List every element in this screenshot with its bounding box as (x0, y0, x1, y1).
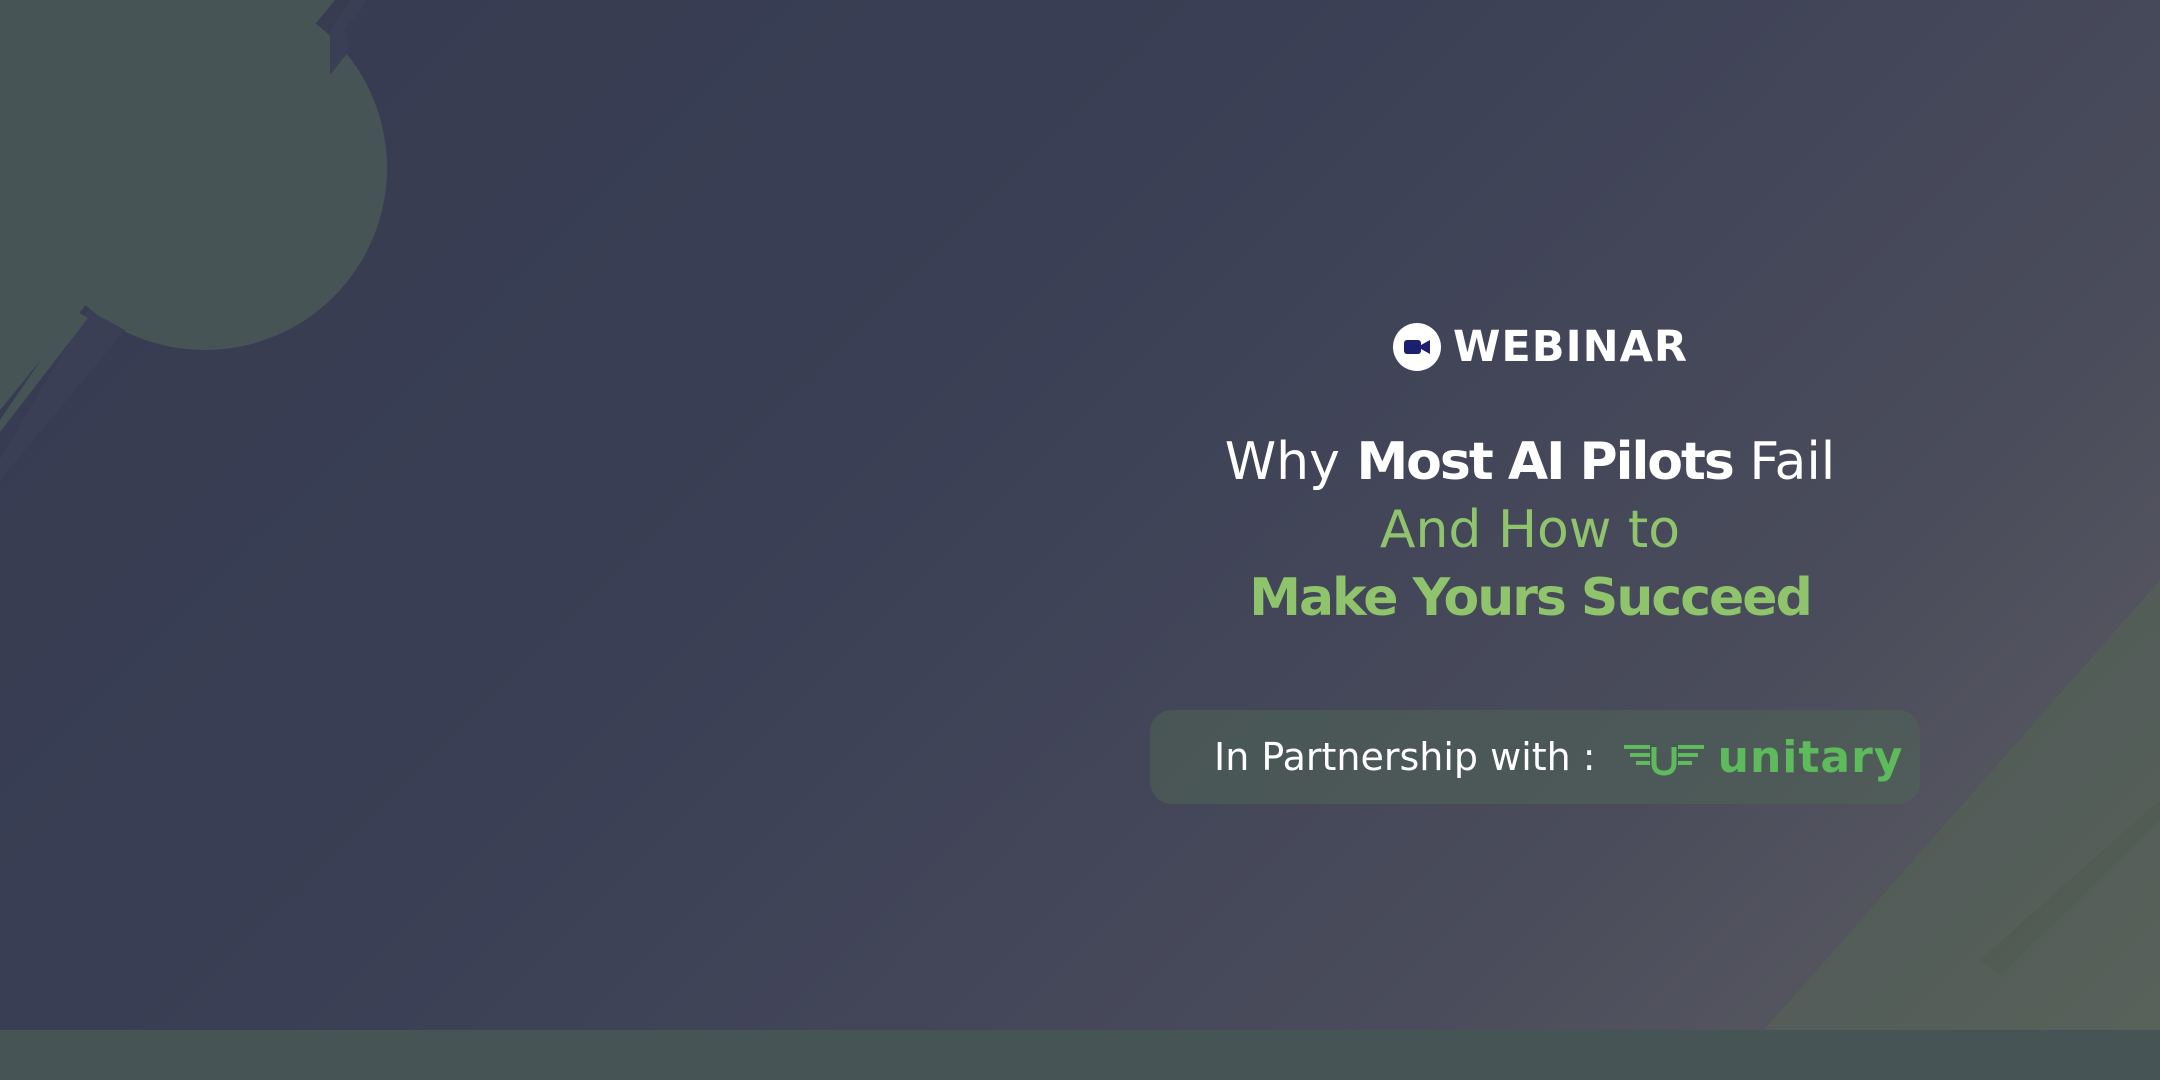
headline-line-1: Why Most AI Pilots Fail (1100, 428, 1960, 496)
unitary-wings-logo-icon (1623, 745, 1704, 776)
webinar-label: WEBINAR (1453, 322, 1688, 372)
partnership-label: In Partnership with : (1214, 735, 1596, 779)
unitary-logo: unitary (1623, 731, 1904, 783)
headline-line-1-part-3: Fail (1732, 432, 1836, 492)
video-camera-icon (1393, 323, 1441, 371)
headline: Why Most AI Pilots Fail And How to Make … (1100, 428, 1960, 632)
headline-line-3: Make Yours Succeed (1249, 568, 1813, 628)
webinar-badge: WEBINAR (1393, 320, 1688, 374)
partnership-box: In Partnership with : unitary (1150, 710, 1920, 804)
headline-line-1-part-2: Most AI Pilots (1356, 432, 1734, 492)
unitary-logo-text: unitary (1717, 731, 1904, 783)
footer-band (0, 1030, 2160, 1080)
headline-line-1-part-1: Why (1224, 432, 1357, 492)
headline-line-2: And How to (1379, 500, 1681, 560)
